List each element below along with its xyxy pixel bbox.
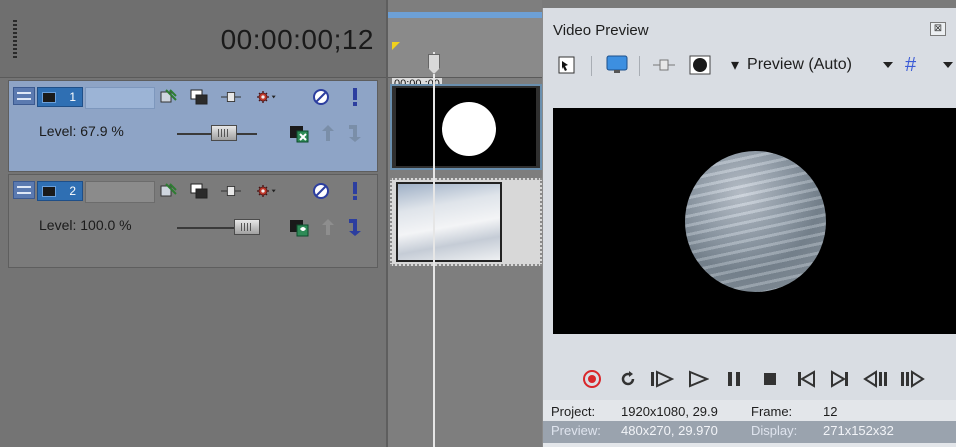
solo-icon[interactable] — [345, 181, 365, 201]
previous-frame-icon[interactable] — [863, 366, 889, 392]
display-value: 271x152x32 — [823, 423, 894, 438]
playhead-cursor[interactable] — [433, 52, 435, 447]
parent-up-icon[interactable] — [319, 217, 337, 237]
video-track-2[interactable]: 2 Level: 100.0 % — [8, 174, 378, 268]
video-preview-window: Video Preview ⊠ ▾ Preview (Auto) # Proje… — [542, 8, 956, 447]
frame-value: 12 — [823, 404, 838, 419]
compositing-icon[interactable] — [189, 87, 209, 107]
track-name-field[interactable] — [85, 87, 155, 109]
split-screen-icon[interactable] — [653, 54, 677, 76]
window-title: Video Preview — [553, 22, 649, 39]
track-name-field[interactable] — [85, 181, 155, 203]
track-number-badge: 1 — [37, 87, 83, 107]
close-icon[interactable]: ⊠ — [930, 22, 946, 36]
preview-label: Preview: — [551, 423, 601, 438]
grid-icon[interactable]: # — [905, 54, 916, 76]
track-number: 1 — [69, 90, 76, 104]
film-icon — [42, 186, 56, 197]
clip-snow-footage[interactable] — [390, 178, 542, 266]
chevron-down-icon[interactable] — [943, 54, 953, 76]
solo-icon[interactable] — [345, 87, 365, 107]
pause-icon[interactable] — [721, 366, 747, 392]
track-header-panel: 00:00:00;12 1 Level: 67.9 % 2 Level: 100… — [0, 0, 386, 447]
play-icon[interactable] — [685, 366, 711, 392]
clip-circle-mask[interactable] — [390, 84, 542, 170]
toolbar-separator — [591, 56, 592, 76]
timecode-display: 00:00:00;12 — [220, 24, 374, 55]
dropdown-arrow-icon: ▾ — [731, 57, 740, 74]
gear-icon[interactable] — [257, 181, 277, 201]
minimize-icon[interactable] — [13, 181, 35, 199]
parent-up-icon[interactable] — [319, 123, 337, 143]
gear-icon[interactable] — [257, 87, 277, 107]
track-number: 2 — [69, 184, 76, 198]
marker-flag-icon[interactable] — [392, 42, 400, 50]
preview-status-bar: Project: 1920x1080, 29.9 Frame: 12 Previ… — [543, 400, 956, 447]
preview-quality-value: Preview (Auto) — [747, 56, 852, 73]
preview-toolbar: ▾ Preview (Auto) # — [543, 48, 956, 82]
record-icon[interactable] — [579, 366, 605, 392]
level-label: Level: 100.0 % — [39, 217, 132, 233]
overlays-icon[interactable] — [689, 54, 713, 76]
mask-icon[interactable] — [289, 217, 309, 237]
project-value: 1920x1080, 29.9 — [621, 404, 718, 419]
child-down-icon[interactable] — [347, 217, 365, 237]
level-slider-thumb[interactable] — [233, 219, 260, 235]
preview-viewport[interactable] — [553, 108, 956, 334]
clip-thumbnail — [396, 88, 536, 166]
minimize-icon[interactable] — [13, 87, 35, 105]
transport-controls — [543, 362, 956, 398]
time-ruler[interactable]: 00:00 :00 — [388, 18, 544, 92]
go-to-start-icon[interactable] — [793, 366, 819, 392]
external-monitor-icon[interactable] — [605, 54, 631, 76]
fx-icon[interactable] — [159, 87, 179, 107]
stop-icon[interactable] — [757, 366, 783, 392]
time-display-bar: 00:00:00;12 — [0, 0, 386, 78]
circle-shape — [442, 102, 496, 156]
video-properties-icon[interactable] — [557, 54, 579, 76]
mute-icon[interactable] — [311, 87, 331, 107]
masked-snow-circle — [685, 151, 826, 292]
fx-icon[interactable] — [159, 181, 179, 201]
film-icon — [42, 92, 56, 103]
keyframe-icon[interactable] — [221, 87, 241, 107]
video-track-1[interactable]: 1 Level: 67.9 % — [8, 80, 378, 172]
preview-quality-dropdown[interactable]: ▾ Preview (Auto) — [731, 54, 852, 76]
mask-icon[interactable] — [289, 123, 309, 143]
chevron-down-icon[interactable] — [883, 54, 893, 76]
track-number-badge: 2 — [37, 181, 83, 201]
grip-handle[interactable] — [13, 20, 17, 60]
display-label: Display: — [751, 423, 798, 438]
play-from-start-icon[interactable] — [649, 366, 675, 392]
next-frame-icon[interactable] — [899, 366, 925, 392]
toolbar-separator — [639, 56, 640, 76]
frame-label: Frame: — [751, 404, 793, 419]
level-slider-thumb[interactable] — [211, 125, 238, 141]
clip-thumbnail — [396, 182, 502, 262]
level-label: Level: 67.9 % — [39, 123, 124, 139]
keyframe-icon[interactable] — [221, 181, 241, 201]
mute-icon[interactable] — [311, 181, 331, 201]
project-label: Project: — [551, 404, 596, 419]
loop-icon[interactable] — [615, 366, 641, 392]
preview-value: 480x270, 29.970 — [621, 423, 718, 438]
status-row-highlight — [543, 421, 956, 443]
timeline-area[interactable]: 00:00 :00 — [386, 0, 544, 447]
child-down-icon[interactable] — [347, 123, 365, 143]
compositing-icon[interactable] — [189, 181, 209, 201]
go-to-end-icon[interactable] — [827, 366, 853, 392]
